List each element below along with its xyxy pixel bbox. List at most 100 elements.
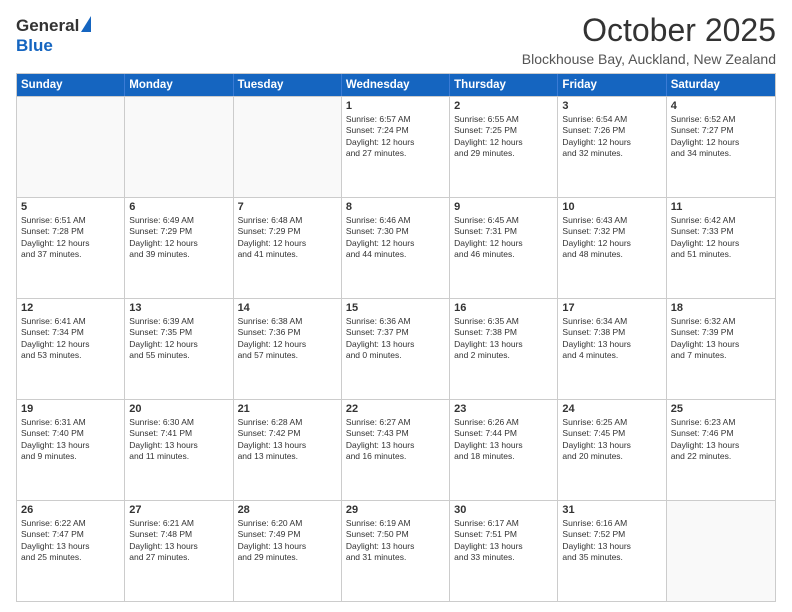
cell-text-line: Sunrise: 6:28 AM <box>238 417 337 428</box>
day-number: 7 <box>238 201 337 213</box>
cell-text-line: and 51 minutes. <box>671 249 771 260</box>
cell-text-line: Daylight: 12 hours <box>671 137 771 148</box>
cell-text-line: Sunrise: 6:21 AM <box>129 518 228 529</box>
cell-text-line: Sunrise: 6:48 AM <box>238 215 337 226</box>
cell-text-line: Sunrise: 6:34 AM <box>562 316 661 327</box>
cell-text-line: Sunrise: 6:32 AM <box>671 316 771 327</box>
calendar-cell: 12Sunrise: 6:41 AMSunset: 7:34 PMDayligh… <box>17 299 125 399</box>
cell-text-line: Sunset: 7:40 PM <box>21 428 120 439</box>
page: General Blue October 2025 Blockhouse Bay… <box>0 0 792 612</box>
cell-text-line: Sunset: 7:38 PM <box>454 327 553 338</box>
cell-text-line: and 13 minutes. <box>238 451 337 462</box>
cell-text-line: and 20 minutes. <box>562 451 661 462</box>
cell-text-line: Daylight: 13 hours <box>454 440 553 451</box>
cell-text-line: and 57 minutes. <box>238 350 337 361</box>
calendar-cell: 7Sunrise: 6:48 AMSunset: 7:29 PMDaylight… <box>234 198 342 298</box>
cell-text-line: Daylight: 13 hours <box>129 541 228 552</box>
cell-text-line: Sunset: 7:31 PM <box>454 226 553 237</box>
calendar-cell: 25Sunrise: 6:23 AMSunset: 7:46 PMDayligh… <box>667 400 775 500</box>
cell-text-line: and 34 minutes. <box>671 148 771 159</box>
cell-text-line: Sunset: 7:39 PM <box>671 327 771 338</box>
header-day-thursday: Thursday <box>450 74 558 96</box>
header-day-friday: Friday <box>558 74 666 96</box>
cell-text-line: Daylight: 13 hours <box>671 339 771 350</box>
cell-text-line: Daylight: 12 hours <box>346 238 445 249</box>
day-number: 28 <box>238 504 337 516</box>
day-number: 29 <box>346 504 445 516</box>
cell-text-line: and 4 minutes. <box>562 350 661 361</box>
cell-text-line: and 9 minutes. <box>21 451 120 462</box>
cell-text-line: Sunset: 7:41 PM <box>129 428 228 439</box>
cell-text-line: Sunset: 7:46 PM <box>671 428 771 439</box>
cell-text-line: Sunrise: 6:17 AM <box>454 518 553 529</box>
calendar-cell: 13Sunrise: 6:39 AMSunset: 7:35 PMDayligh… <box>125 299 233 399</box>
cell-text-line: and 25 minutes. <box>21 552 120 563</box>
cell-text-line: Daylight: 12 hours <box>454 137 553 148</box>
cell-text-line: Sunset: 7:44 PM <box>454 428 553 439</box>
calendar-cell: 2Sunrise: 6:55 AMSunset: 7:25 PMDaylight… <box>450 97 558 197</box>
cell-text-line: Sunrise: 6:49 AM <box>129 215 228 226</box>
calendar-cell: 28Sunrise: 6:20 AMSunset: 7:49 PMDayligh… <box>234 501 342 601</box>
day-number: 12 <box>21 302 120 314</box>
cell-text-line: Sunrise: 6:22 AM <box>21 518 120 529</box>
cell-text-line: Sunset: 7:34 PM <box>21 327 120 338</box>
cell-text-line: Daylight: 12 hours <box>454 238 553 249</box>
calendar-cell: 30Sunrise: 6:17 AMSunset: 7:51 PMDayligh… <box>450 501 558 601</box>
calendar-cell: 8Sunrise: 6:46 AMSunset: 7:30 PMDaylight… <box>342 198 450 298</box>
cell-text-line: and 27 minutes. <box>129 552 228 563</box>
cell-text-line: Sunset: 7:38 PM <box>562 327 661 338</box>
cell-text-line: Sunrise: 6:19 AM <box>346 518 445 529</box>
cell-text-line: Sunset: 7:49 PM <box>238 529 337 540</box>
calendar-cell: 15Sunrise: 6:36 AMSunset: 7:37 PMDayligh… <box>342 299 450 399</box>
cell-text-line: Sunrise: 6:45 AM <box>454 215 553 226</box>
day-number: 18 <box>671 302 771 314</box>
calendar-cell: 27Sunrise: 6:21 AMSunset: 7:48 PMDayligh… <box>125 501 233 601</box>
cell-text-line: Daylight: 13 hours <box>346 440 445 451</box>
cell-text-line: Daylight: 12 hours <box>129 339 228 350</box>
cell-text-line: Sunrise: 6:41 AM <box>21 316 120 327</box>
day-number: 8 <box>346 201 445 213</box>
cell-text-line: Daylight: 13 hours <box>21 541 120 552</box>
cell-text-line: Sunset: 7:43 PM <box>346 428 445 439</box>
calendar-cell: 19Sunrise: 6:31 AMSunset: 7:40 PMDayligh… <box>17 400 125 500</box>
cell-text-line: Daylight: 13 hours <box>454 339 553 350</box>
cell-text-line: Daylight: 12 hours <box>21 238 120 249</box>
cell-text-line: Sunset: 7:24 PM <box>346 125 445 136</box>
logo-blue-text: Blue <box>16 36 53 56</box>
day-number: 11 <box>671 201 771 213</box>
cell-text-line: Sunset: 7:37 PM <box>346 327 445 338</box>
day-number: 17 <box>562 302 661 314</box>
day-number: 22 <box>346 403 445 415</box>
calendar: SundayMondayTuesdayWednesdayThursdayFrid… <box>16 73 776 602</box>
day-number: 4 <box>671 100 771 112</box>
calendar-cell: 5Sunrise: 6:51 AMSunset: 7:28 PMDaylight… <box>17 198 125 298</box>
calendar-cell: 24Sunrise: 6:25 AMSunset: 7:45 PMDayligh… <box>558 400 666 500</box>
cell-text-line: and 41 minutes. <box>238 249 337 260</box>
header-day-sunday: Sunday <box>17 74 125 96</box>
day-number: 26 <box>21 504 120 516</box>
calendar-cell: 23Sunrise: 6:26 AMSunset: 7:44 PMDayligh… <box>450 400 558 500</box>
calendar-cell <box>125 97 233 197</box>
day-number: 6 <box>129 201 228 213</box>
cell-text-line: Daylight: 13 hours <box>562 440 661 451</box>
cell-text-line: Sunrise: 6:26 AM <box>454 417 553 428</box>
day-number: 30 <box>454 504 553 516</box>
cell-text-line: Sunset: 7:48 PM <box>129 529 228 540</box>
day-number: 21 <box>238 403 337 415</box>
cell-text-line: Sunrise: 6:42 AM <box>671 215 771 226</box>
day-number: 19 <box>21 403 120 415</box>
calendar-row-3: 19Sunrise: 6:31 AMSunset: 7:40 PMDayligh… <box>17 399 775 500</box>
cell-text-line: and 2 minutes. <box>454 350 553 361</box>
logo-general-text: General <box>16 16 79 36</box>
cell-text-line: Sunset: 7:45 PM <box>562 428 661 439</box>
cell-text-line: Sunset: 7:29 PM <box>129 226 228 237</box>
cell-text-line: Daylight: 12 hours <box>671 238 771 249</box>
header: General Blue October 2025 Blockhouse Bay… <box>16 12 776 67</box>
cell-text-line: Sunrise: 6:27 AM <box>346 417 445 428</box>
cell-text-line: Sunset: 7:28 PM <box>21 226 120 237</box>
cell-text-line: Sunrise: 6:57 AM <box>346 114 445 125</box>
calendar-cell: 10Sunrise: 6:43 AMSunset: 7:32 PMDayligh… <box>558 198 666 298</box>
day-number: 14 <box>238 302 337 314</box>
cell-text-line: and 32 minutes. <box>562 148 661 159</box>
calendar-cell: 31Sunrise: 6:16 AMSunset: 7:52 PMDayligh… <box>558 501 666 601</box>
